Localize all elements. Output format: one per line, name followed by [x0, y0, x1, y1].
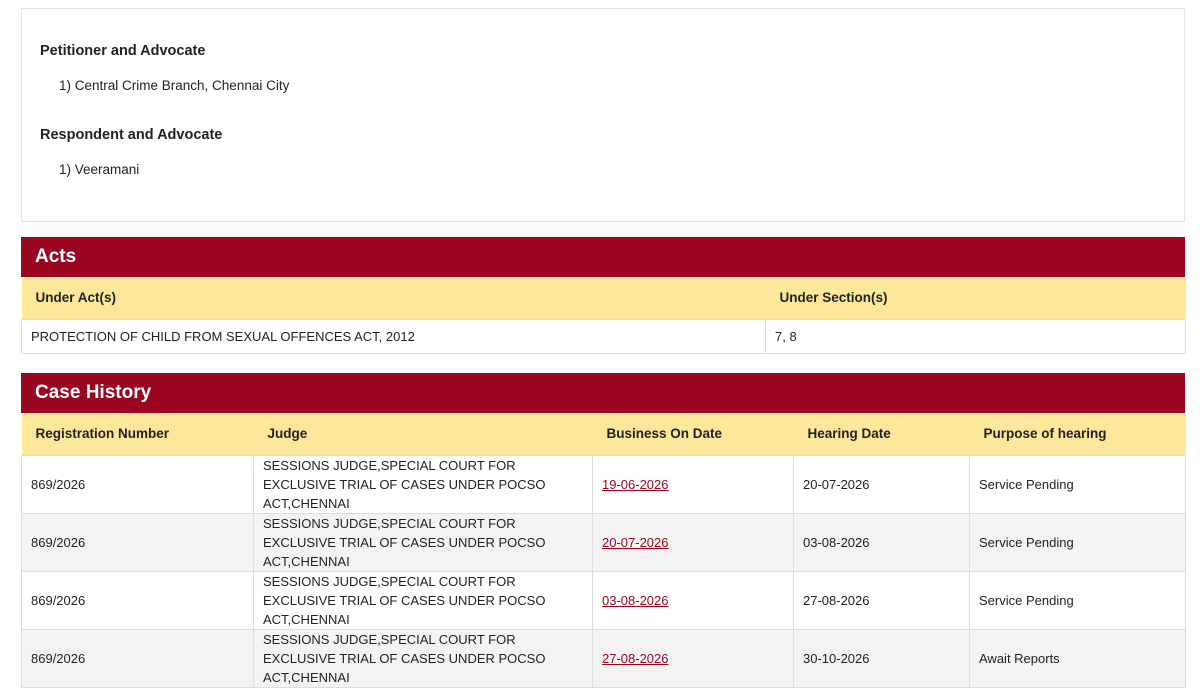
act-section: 7, 8	[765, 318, 1186, 354]
acts-panel: Acts Under Act(s) Under Section(s) PROTE…	[21, 237, 1186, 354]
acts-header-row: Under Act(s) Under Section(s)	[21, 277, 1186, 319]
judge: SESSIONS JUDGE,SPECIAL COURT FOR EXCLUSI…	[253, 512, 593, 572]
col-registration-number: Registration Number	[21, 413, 254, 455]
business-date-cell: 03-08-2026	[592, 570, 794, 630]
judge: SESSIONS JUDGE,SPECIAL COURT FOR EXCLUSI…	[253, 570, 593, 630]
business-date-cell: 27-08-2026	[592, 628, 794, 688]
business-date-link[interactable]: 27-08-2026	[602, 651, 669, 666]
case-history-table: Registration Number Judge Business On Da…	[21, 413, 1186, 688]
judge: SESSIONS JUDGE,SPECIAL COURT FOR EXCLUSI…	[253, 454, 593, 514]
registration-number: 869/2026	[21, 512, 254, 572]
purpose: Service Pending	[969, 512, 1186, 572]
parties-panel: Petitioner and Advocate 1) Central Crime…	[21, 8, 1185, 222]
table-row: 869/2026 SESSIONS JUDGE,SPECIAL COURT FO…	[21, 512, 1186, 572]
case-history-title: Case History	[21, 373, 1185, 413]
history-header-row: Registration Number Judge Business On Da…	[21, 413, 1186, 455]
purpose: Service Pending	[969, 454, 1186, 514]
business-date-cell: 20-07-2026	[592, 512, 794, 572]
business-date-link[interactable]: 03-08-2026	[602, 593, 669, 608]
business-date-link[interactable]: 19-06-2026	[602, 477, 669, 492]
case-history-panel: Case History Registration Number Judge B…	[21, 373, 1186, 688]
purpose: Await Reports	[969, 628, 1186, 688]
act-name: PROTECTION OF CHILD FROM SEXUAL OFFENCES…	[21, 318, 766, 354]
acts-table: Under Act(s) Under Section(s) PROTECTION…	[21, 277, 1186, 354]
col-business-on-date: Business On Date	[592, 413, 794, 455]
hearing-date: 03-08-2026	[793, 512, 970, 572]
table-row: 869/2026 SESSIONS JUDGE,SPECIAL COURT FO…	[21, 570, 1186, 630]
registration-number: 869/2026	[21, 454, 254, 514]
col-under-sections: Under Section(s)	[765, 277, 1186, 319]
respondent-item: 1) Veeramani	[59, 162, 140, 177]
table-row: 869/2026 SESSIONS JUDGE,SPECIAL COURT FO…	[21, 628, 1186, 688]
hearing-date: 20-07-2026	[793, 454, 970, 514]
petitioner-item: 1) Central Crime Branch, Chennai City	[59, 78, 290, 93]
registration-number: 869/2026	[21, 628, 254, 688]
hearing-date: 27-08-2026	[793, 570, 970, 630]
col-purpose-of-hearing: Purpose of hearing	[969, 413, 1186, 455]
purpose: Service Pending	[969, 570, 1186, 630]
col-under-acts: Under Act(s)	[21, 277, 766, 319]
petitioner-heading: Petitioner and Advocate	[40, 43, 206, 59]
hearing-date: 30-10-2026	[793, 628, 970, 688]
registration-number: 869/2026	[21, 570, 254, 630]
judge: SESSIONS JUDGE,SPECIAL COURT FOR EXCLUSI…	[253, 628, 593, 688]
table-row: 869/2026 SESSIONS JUDGE,SPECIAL COURT FO…	[21, 454, 1186, 514]
business-date-link[interactable]: 20-07-2026	[602, 535, 669, 550]
acts-title: Acts	[21, 237, 1185, 277]
col-hearing-date: Hearing Date	[793, 413, 970, 455]
acts-row: PROTECTION OF CHILD FROM SEXUAL OFFENCES…	[21, 318, 1186, 354]
business-date-cell: 19-06-2026	[592, 454, 794, 514]
col-judge: Judge	[253, 413, 593, 455]
respondent-heading: Respondent and Advocate	[40, 127, 223, 143]
